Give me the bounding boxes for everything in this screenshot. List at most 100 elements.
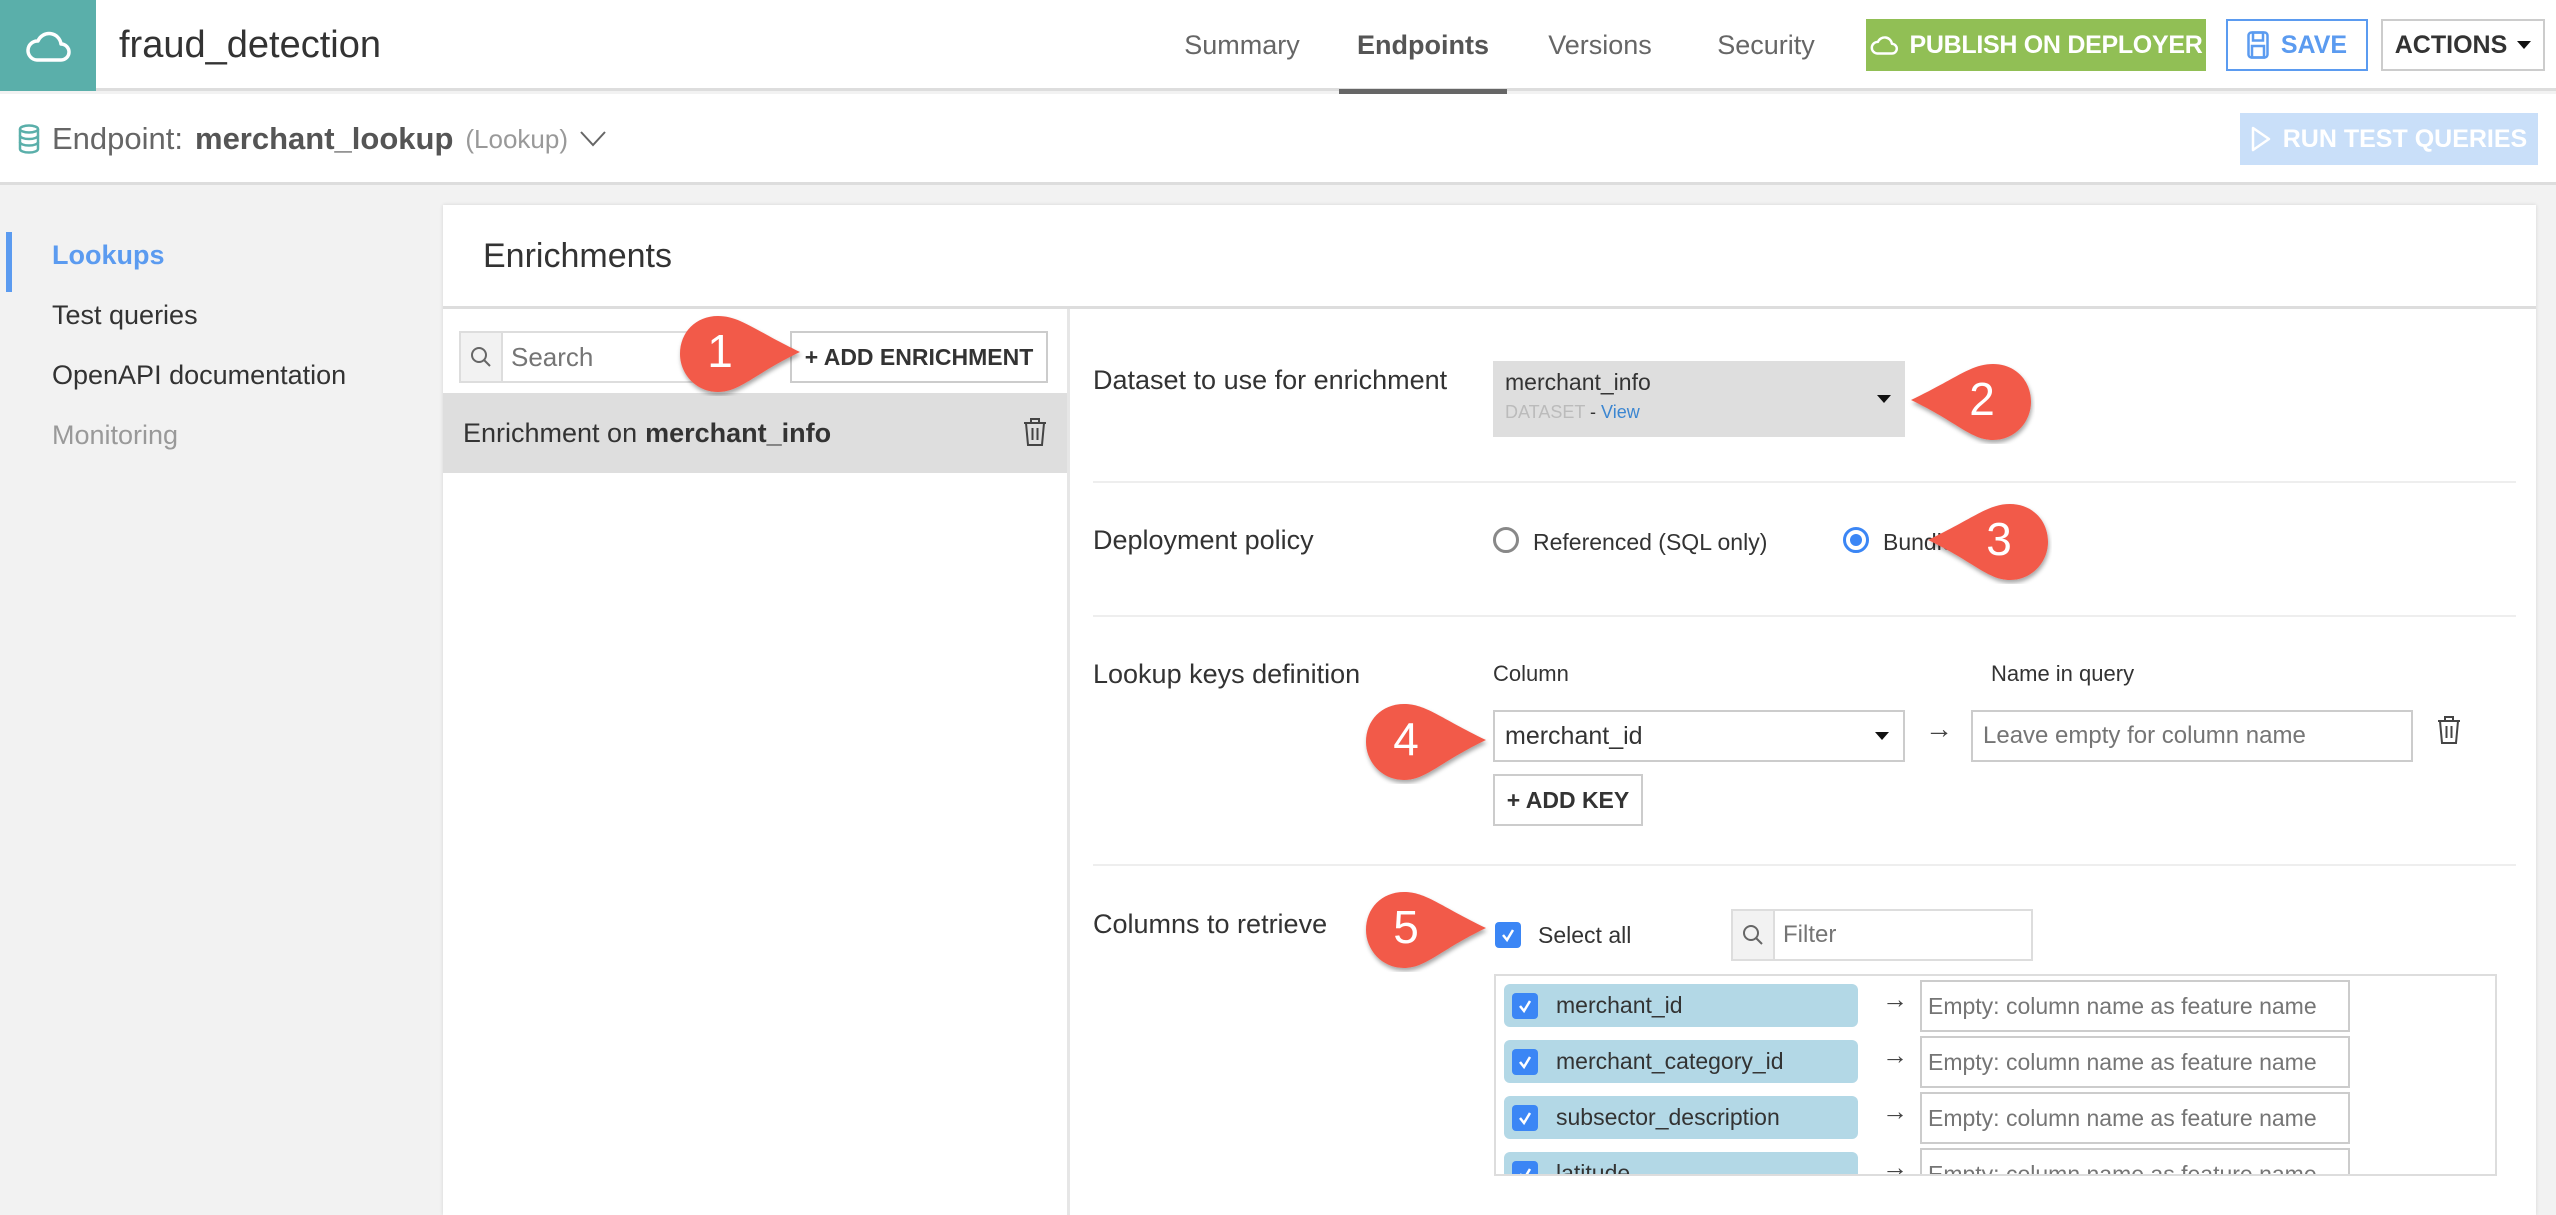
checkmark-icon xyxy=(1519,1056,1532,1070)
column-checkbox[interactable] xyxy=(1512,1049,1538,1075)
sidebar-item-lookups[interactable]: Lookups xyxy=(52,240,165,271)
cloud-icon xyxy=(1870,36,1898,55)
caret-down-icon xyxy=(2517,41,2532,49)
tab-security-label: Security xyxy=(1717,30,1815,60)
column-pill[interactable]: merchant_category_id xyxy=(1504,1040,1858,1083)
divider xyxy=(1093,615,2516,617)
save-button[interactable]: SAVE xyxy=(2226,19,2368,71)
column-checkbox[interactable] xyxy=(1512,1105,1538,1131)
add-enrichment-button[interactable]: + ADD ENRICHMENT xyxy=(790,331,1048,383)
sidebar-item-monitoring: Monitoring xyxy=(52,420,179,450)
name-in-query-header: Name in query xyxy=(1991,661,2135,686)
actions-dropdown-button[interactable]: ACTIONS xyxy=(2381,19,2545,71)
name-in-query-input[interactable] xyxy=(1971,710,2413,762)
column-pill[interactable]: subsector_description xyxy=(1504,1096,1858,1139)
callout-number-5: 5 xyxy=(1393,901,1419,953)
tab-endpoints[interactable]: Endpoints xyxy=(1339,0,1507,94)
cloud-icon xyxy=(26,31,71,62)
tab-summary-label: Summary xyxy=(1184,30,1300,60)
column-checkbox[interactable] xyxy=(1512,1161,1538,1174)
lookup-key-column-select[interactable]: merchant_id xyxy=(1493,710,1905,762)
arrow-right-icon: → xyxy=(1882,1040,1908,1070)
divider xyxy=(1093,864,2516,866)
column-pill[interactable]: merchant_id xyxy=(1504,984,1858,1027)
actions-label: ACTIONS xyxy=(2394,30,2508,59)
feature-name-input[interactable] xyxy=(1920,1148,2350,1174)
deployment-policy-label: Deployment policy xyxy=(1093,525,1314,555)
column-row: latitude → xyxy=(1504,1148,2495,1176)
add-key-button[interactable]: + ADD KEY xyxy=(1493,774,1643,826)
select-all-checkbox[interactable] xyxy=(1495,922,1521,948)
save-label: SAVE xyxy=(2280,30,2348,59)
column-pill[interactable]: latitude xyxy=(1504,1152,1858,1176)
arrow-right-icon: → xyxy=(1882,1152,1908,1176)
dataset-view-link[interactable]: View xyxy=(1601,402,1640,422)
filter-input[interactable] xyxy=(1775,911,2025,959)
feature-name-input[interactable] xyxy=(1920,980,2350,1032)
tab-summary[interactable]: Summary xyxy=(1162,0,1322,91)
endpoint-prefix: Endpoint: xyxy=(52,121,183,156)
dataset-select[interactable]: merchant_info DATASET - View xyxy=(1493,361,1905,437)
columns-list[interactable]: merchant_id → merchant_category_id → sub… xyxy=(1494,974,2497,1176)
endpoint-name: merchant_lookup xyxy=(195,121,454,156)
arrow-right-icon: → xyxy=(1925,713,1953,744)
lookup-keys-label: Lookup keys definition xyxy=(1093,659,1361,689)
callout-number-4: 4 xyxy=(1393,713,1419,765)
column-header: Column xyxy=(1493,661,1569,686)
enrichment-prefix: Enrichment on xyxy=(463,417,638,448)
dataset-meta: DATASET - View xyxy=(1505,402,1893,423)
trash-icon[interactable] xyxy=(1023,417,1047,447)
feature-name-input[interactable] xyxy=(1920,1092,2350,1144)
publish-label: PUBLISH ON DEPLOYER xyxy=(1909,30,2203,59)
dataset-label: Dataset to use for enrichment xyxy=(1093,365,1448,395)
column-row: merchant_id → xyxy=(1504,980,2495,1032)
column-name: latitude xyxy=(1556,1160,1631,1176)
tab-endpoints-label: Endpoints xyxy=(1357,30,1489,60)
app-logo[interactable] xyxy=(0,0,96,91)
column-name: merchant_id xyxy=(1556,992,1683,1018)
panel-title: Enrichments xyxy=(483,237,672,275)
checkmark-icon xyxy=(1520,1168,1532,1174)
dataset-value: merchant_info xyxy=(1505,369,1651,395)
dataset-separator: - xyxy=(1585,402,1602,422)
checkmark-icon xyxy=(1519,1000,1532,1014)
top-bar: fraud_detection Summary Endpoints Versio… xyxy=(0,0,2556,94)
checkmark-icon xyxy=(1519,1112,1532,1126)
sidebar-item-openapi-documentation[interactable]: OpenAPI documentation xyxy=(52,360,346,391)
lookup-key-column-value: merchant_id xyxy=(1505,721,1643,750)
column-filter xyxy=(1731,909,2033,961)
callout-number-3: 3 xyxy=(1986,513,2012,565)
enrichment-form: Dataset to use for enrichment merchant_i… xyxy=(1073,309,2536,1215)
radio-referenced[interactable] xyxy=(1493,527,1519,553)
radio-referenced-label: Referenced (SQL only) xyxy=(1533,529,1768,555)
caret-down-icon xyxy=(1875,732,1889,740)
sidebar-item-test-queries[interactable]: Test queries xyxy=(52,300,198,331)
search-icon xyxy=(461,333,503,381)
callout-number-1: 1 xyxy=(707,325,733,377)
tab-versions[interactable]: Versions xyxy=(1530,0,1670,91)
endpoint-selector[interactable]: Endpoint: merchant_lookup (Lookup) xyxy=(18,114,606,164)
enrichment-list-item[interactable]: Enrichment on merchant_info xyxy=(443,393,1067,473)
arrow-right-icon: → xyxy=(1882,1096,1908,1126)
tab-security[interactable]: Security xyxy=(1705,0,1827,91)
play-icon xyxy=(2251,126,2270,152)
run-test-queries-label: RUN TEST QUERIES xyxy=(2282,124,2528,153)
checkmark-icon xyxy=(1502,929,1515,943)
trash-icon[interactable] xyxy=(2437,715,2461,745)
column-row: merchant_category_id → xyxy=(1504,1036,2495,1088)
dataset-kind: DATASET xyxy=(1505,402,1586,422)
feature-name-input[interactable] xyxy=(1920,1036,2350,1088)
search-icon xyxy=(1733,911,1775,959)
divider xyxy=(1093,481,2516,483)
enrichment-dataset: merchant_info xyxy=(645,417,832,448)
column-checkbox[interactable] xyxy=(1512,993,1538,1019)
database-icon xyxy=(18,124,40,154)
caret-down-icon xyxy=(1877,395,1891,403)
publish-on-deployer-button[interactable]: PUBLISH ON DEPLOYER xyxy=(1866,19,2206,71)
endpoint-type: (Lookup) xyxy=(465,123,569,154)
radio-bundled[interactable] xyxy=(1843,527,1869,553)
run-test-queries-button[interactable]: RUN TEST QUERIES xyxy=(2240,113,2538,165)
arrow-right-icon: → xyxy=(1882,984,1908,1014)
column-name: subsector_description xyxy=(1556,1104,1780,1130)
column-name: merchant_category_id xyxy=(1556,1048,1784,1074)
